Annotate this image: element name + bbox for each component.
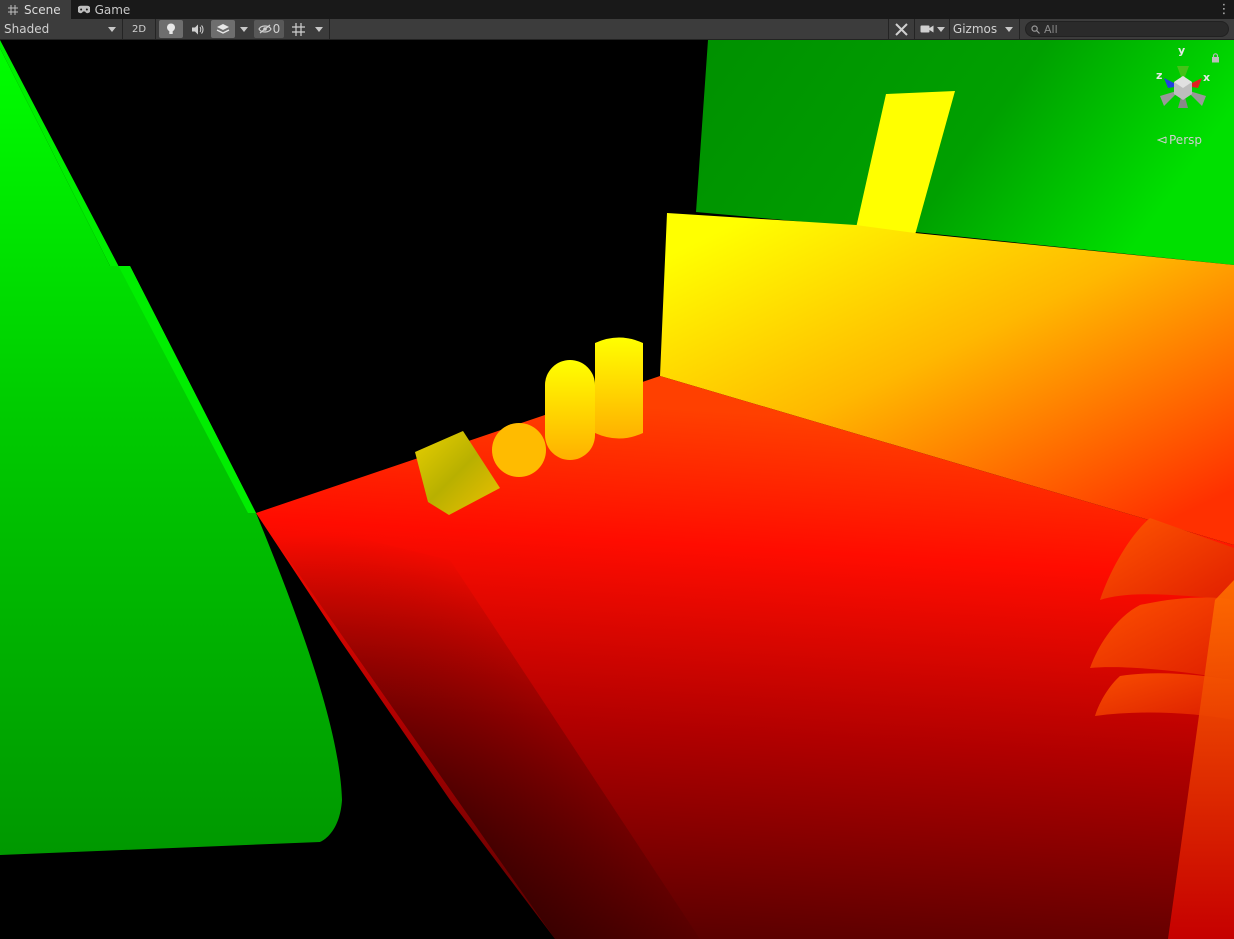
axis-y-label: y (1178, 44, 1186, 57)
chevron-down-icon (1005, 26, 1013, 32)
toggle-2d-button[interactable]: 2D (126, 19, 152, 39)
left-green-wall (0, 40, 342, 855)
scene-visibility-button[interactable]: 0 (254, 20, 284, 38)
grid-snapping-button[interactable] (287, 19, 309, 39)
speaker-icon (191, 24, 203, 34)
effects-dropdown[interactable] (236, 19, 252, 39)
scene-render (0, 40, 1234, 939)
tab-game-label: Game (94, 2, 131, 17)
grid-toggle-icon (291, 22, 305, 36)
scene-toolbar: Shaded 2D 0 Gizmos (0, 19, 1234, 40)
more-options-icon[interactable]: ⋮ (1214, 0, 1234, 19)
lock-icon[interactable] (1211, 52, 1220, 66)
scene-orientation-gizmo[interactable]: y x z (1150, 44, 1218, 110)
chevron-down-icon (315, 26, 323, 32)
tab-game[interactable]: Game (71, 0, 141, 19)
chevron-down-icon (936, 26, 945, 32)
axis-z-label: z (1156, 69, 1163, 82)
axis-x-label: x (1203, 71, 1211, 84)
sphere-object (492, 423, 546, 477)
chevron-down-icon (108, 26, 116, 32)
gizmos-dropdown[interactable] (1001, 19, 1017, 39)
search-input[interactable] (1044, 22, 1214, 36)
toggle-2d-label: 2D (131, 23, 147, 35)
tools-button[interactable] (890, 19, 912, 39)
hidden-objects-count: 0 (272, 22, 281, 36)
capsule-object (545, 360, 595, 460)
projection-label: Persp (1169, 133, 1202, 147)
lightbulb-icon (167, 23, 175, 34)
cylinder-object (595, 337, 643, 439)
grid-icon (7, 4, 19, 16)
search-icon (1031, 24, 1040, 34)
gizmos-button[interactable]: Gizmos (951, 19, 999, 39)
scene-audio-button[interactable] (185, 19, 209, 39)
window-tab-bar: Scene Game ⋮ (0, 0, 1234, 19)
draw-mode-label: Shaded (4, 22, 50, 36)
hidden-eye-icon (258, 24, 272, 34)
gizmos-label: Gizmos (952, 22, 998, 36)
gamepad-icon (77, 4, 90, 16)
wrench-cross-icon (894, 22, 908, 36)
tab-scene[interactable]: Scene (0, 0, 71, 19)
grid-dropdown[interactable] (311, 19, 327, 39)
projection-toggle[interactable]: Persp (1157, 133, 1202, 147)
camera-settings-button[interactable] (917, 19, 947, 39)
scene-lighting-button[interactable] (159, 20, 183, 38)
tab-scene-label: Scene (24, 2, 61, 17)
draw-mode-dropdown[interactable]: Shaded (0, 19, 121, 39)
scene-effects-button[interactable] (211, 20, 235, 38)
camera-icon (920, 25, 933, 33)
perspective-icon (1157, 136, 1167, 144)
hierarchy-search[interactable] (1025, 21, 1229, 37)
layers-effects-icon (216, 24, 230, 34)
scene-viewport[interactable]: y x z Persp (0, 40, 1234, 939)
chevron-down-icon (240, 26, 248, 32)
